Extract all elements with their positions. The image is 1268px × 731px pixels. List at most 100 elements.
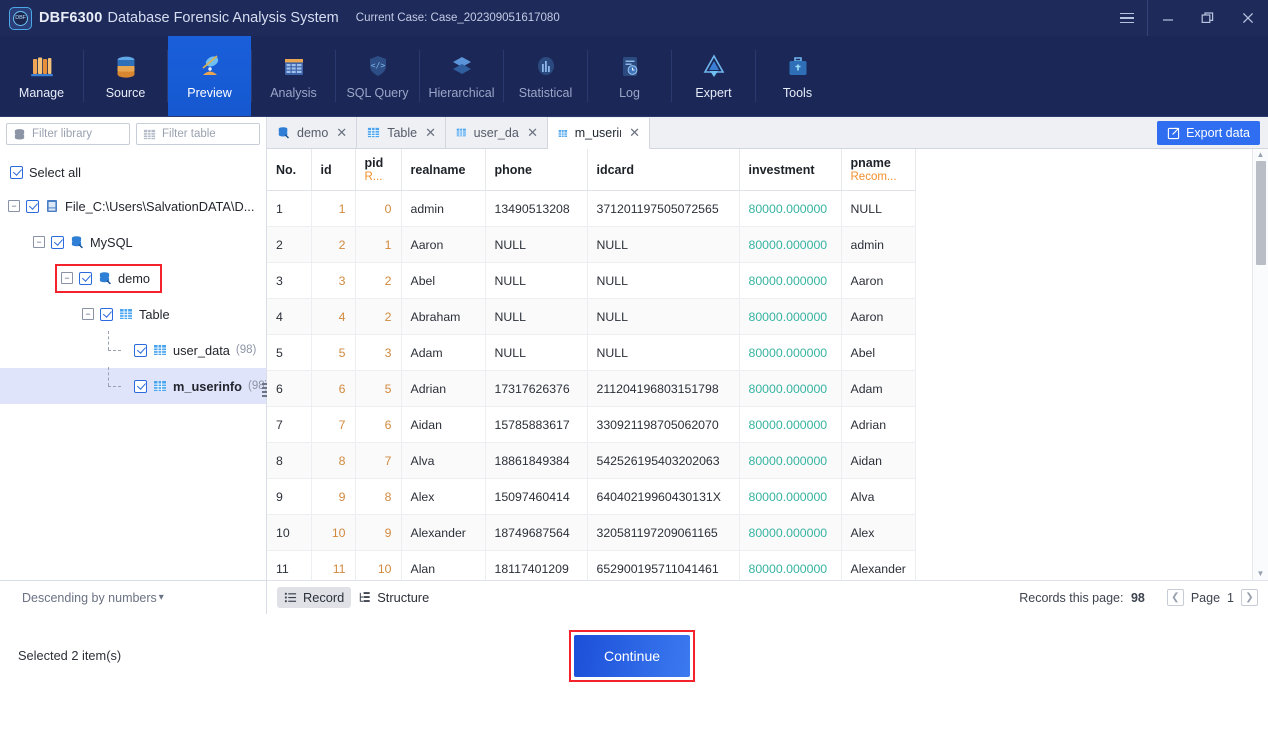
filter-table-input[interactable]: Filter table — [136, 123, 260, 145]
col-header-id[interactable]: id — [311, 149, 356, 191]
nav-label-log: Log — [619, 86, 640, 101]
nav-item-sql-query[interactable]: </> SQL Query — [336, 36, 419, 116]
table-row[interactable]: 5 5 3 Adam NULL NULL 80000.000000 Abel — [267, 334, 916, 371]
tab-demo[interactable]: demo ✕ — [267, 117, 358, 148]
tab-close-icon[interactable]: ✕ — [629, 125, 640, 141]
page-number: 1 — [1227, 590, 1234, 605]
nav-label-expert: Expert — [695, 86, 732, 101]
selected-items-label: Selected 2 item(s) — [18, 647, 122, 663]
tab-m-userinfo[interactable]: m_userinfo ✕ — [547, 118, 650, 149]
table-row[interactable]: 7 7 6 Aidan 15785883617 330921198705062070 800… — [267, 406, 916, 443]
vertical-scrollbar[interactable]: ▲ ▼ — [1252, 149, 1268, 580]
nav-item-source[interactable]: Source — [84, 36, 167, 116]
nav-item-manage[interactable]: Manage — [0, 36, 83, 116]
tree-item-m-userinfo[interactable]: m_userinfo (98) — [0, 367, 266, 404]
tree-checkbox[interactable] — [100, 307, 113, 321]
sort-control[interactable]: Descending by numbers ▾ — [0, 580, 266, 614]
scrollbar-track[interactable] — [1253, 159, 1268, 570]
table-row[interactable]: 4 4 2 Abraham NULL NULL 80000.000000 Aaron — [267, 298, 916, 335]
tree-checkbox[interactable] — [26, 199, 39, 213]
scroll-down-icon[interactable]: ▼ — [1257, 570, 1265, 578]
menu-button[interactable] — [1107, 0, 1147, 36]
view-tab-record[interactable]: Record — [277, 587, 352, 608]
table-row[interactable]: 8 8 7 Alva 18861849384 542526195403202063 8000… — [267, 442, 916, 479]
footer-bar: Selected 2 item(s) Continue — [0, 614, 1268, 695]
prev-page-button[interactable]: ❮ — [1166, 589, 1184, 606]
table-row[interactable]: 3 3 2 Abel NULL NULL 80000.000000 Aaron — [267, 262, 916, 299]
window-controls — [1107, 0, 1268, 36]
list-icon — [284, 592, 297, 603]
expander-icon[interactable]: − — [8, 200, 20, 212]
tree-item-user-data[interactable]: user_data (98) — [0, 331, 266, 368]
table-row[interactable]: 9 9 8 Alex 15097460414 64040219960430131X 8000… — [267, 478, 916, 515]
tree-item-table[interactable]: − Table — [0, 296, 266, 332]
col-header-pid[interactable]: pid R... — [355, 149, 402, 191]
close-button[interactable] — [1228, 0, 1268, 36]
table-row[interactable]: 1 1 0 admin 13490513208 371201197505072565 800… — [267, 190, 916, 227]
mysql-icon — [71, 236, 83, 249]
nav-item-preview[interactable]: Preview — [168, 36, 251, 116]
log-clock-icon — [615, 52, 645, 82]
tab-close-icon[interactable]: ✕ — [336, 125, 347, 141]
nav-item-analysis[interactable]: Analysis — [252, 36, 335, 116]
scrollbar-thumb[interactable] — [1256, 161, 1266, 265]
minimize-button[interactable] — [1148, 0, 1188, 36]
table-row[interactable]: 6 6 5 Adrian 17317626376 211204196803151798 80… — [267, 370, 916, 407]
nav-label-preview: Preview — [187, 86, 232, 101]
continue-button[interactable]: Continue — [574, 635, 690, 677]
nav-item-tools[interactable]: Tools — [756, 36, 839, 116]
next-page-button[interactable]: ❯ — [1241, 589, 1258, 606]
records-label: Records this page: — [1019, 590, 1124, 605]
col-header-idcard[interactable]: idcard — [587, 149, 740, 191]
table-icon — [154, 345, 166, 355]
records-count-text: Records this page: 98 — [1019, 591, 1145, 605]
table-row[interactable]: 11 11 10 Alan 18117401209 652900195711041461 8… — [267, 550, 916, 580]
restore-button[interactable] — [1188, 0, 1228, 36]
nav-item-expert[interactable]: Expert — [672, 36, 755, 116]
expander-icon[interactable]: − — [33, 236, 45, 248]
col-header-no[interactable]: No. — [267, 149, 312, 191]
view-tab-record-label: Record — [303, 590, 345, 605]
table-row[interactable]: 10 10 9 Alexander 18749687564 320581197209061… — [267, 514, 916, 551]
col-header-realname[interactable]: realname — [401, 149, 486, 191]
col-header-phone[interactable]: phone — [485, 149, 588, 191]
select-all-checkbox[interactable] — [10, 165, 23, 179]
table-row[interactable]: 2 2 1 Aaron NULL NULL 80000.000000 admin — [267, 226, 916, 263]
col-header-investment[interactable]: investment — [739, 149, 842, 191]
view-tab-structure[interactable]: Structure — [351, 587, 436, 608]
demo-highlight-box: − demo — [54, 263, 163, 293]
nav-item-statistical[interactable]: Statistical — [504, 36, 587, 116]
col-header-pname[interactable]: pname Recom... — [841, 149, 916, 191]
tree-checkbox[interactable] — [79, 271, 92, 285]
filter-library-input[interactable]: Filter library — [6, 123, 130, 145]
tree-select-all[interactable]: Select all — [0, 156, 266, 188]
tab-user-data[interactable]: user_data ✕ — [445, 117, 548, 148]
nav-label-sql-query: SQL Query — [346, 86, 409, 101]
tree-icon — [360, 592, 370, 602]
nav-label-source: Source — [105, 86, 146, 101]
tree-checkbox[interactable] — [134, 343, 147, 357]
main-toolbar: Manage Source Preview Analysis </> SQL Q… — [0, 36, 1268, 117]
export-data-button[interactable]: Export data — [1157, 121, 1260, 145]
filter-table-placeholder: Filter table — [162, 128, 216, 140]
tree-item-demo-row[interactable]: − demo — [0, 260, 266, 296]
nav-item-log[interactable]: Log — [588, 36, 671, 116]
data-grid-scroll[interactable]: No. id pid R... realname phone idcard inv… — [267, 149, 1252, 580]
tree-checkbox[interactable] — [51, 235, 64, 249]
tree-checkbox[interactable] — [134, 379, 147, 393]
tab-table[interactable]: Table ✕ — [357, 117, 446, 148]
nav-item-hierarchical[interactable]: Hierarchical — [420, 36, 503, 116]
table-icon — [368, 127, 380, 138]
main-content: Filter library Filter table Select all − — [0, 117, 1268, 614]
tree-item-mysql[interactable]: − MySQL — [0, 224, 266, 260]
tree-item-file[interactable]: − File_C:\Users\SalvationDATA\D... — [0, 188, 266, 224]
tab-close-icon[interactable]: ✕ — [425, 125, 436, 141]
expert-icon — [699, 52, 729, 82]
tab-close-icon[interactable]: ✕ — [527, 125, 538, 141]
spreadsheet-icon — [279, 52, 309, 82]
table-head: No. id pid R... realname phone idcard inv… — [267, 149, 916, 191]
expander-icon[interactable]: − — [61, 272, 73, 284]
expander-icon[interactable]: − — [82, 308, 94, 320]
scroll-up-icon[interactable]: ▲ — [1257, 151, 1265, 159]
continue-highlight-box: Continue — [569, 630, 695, 682]
